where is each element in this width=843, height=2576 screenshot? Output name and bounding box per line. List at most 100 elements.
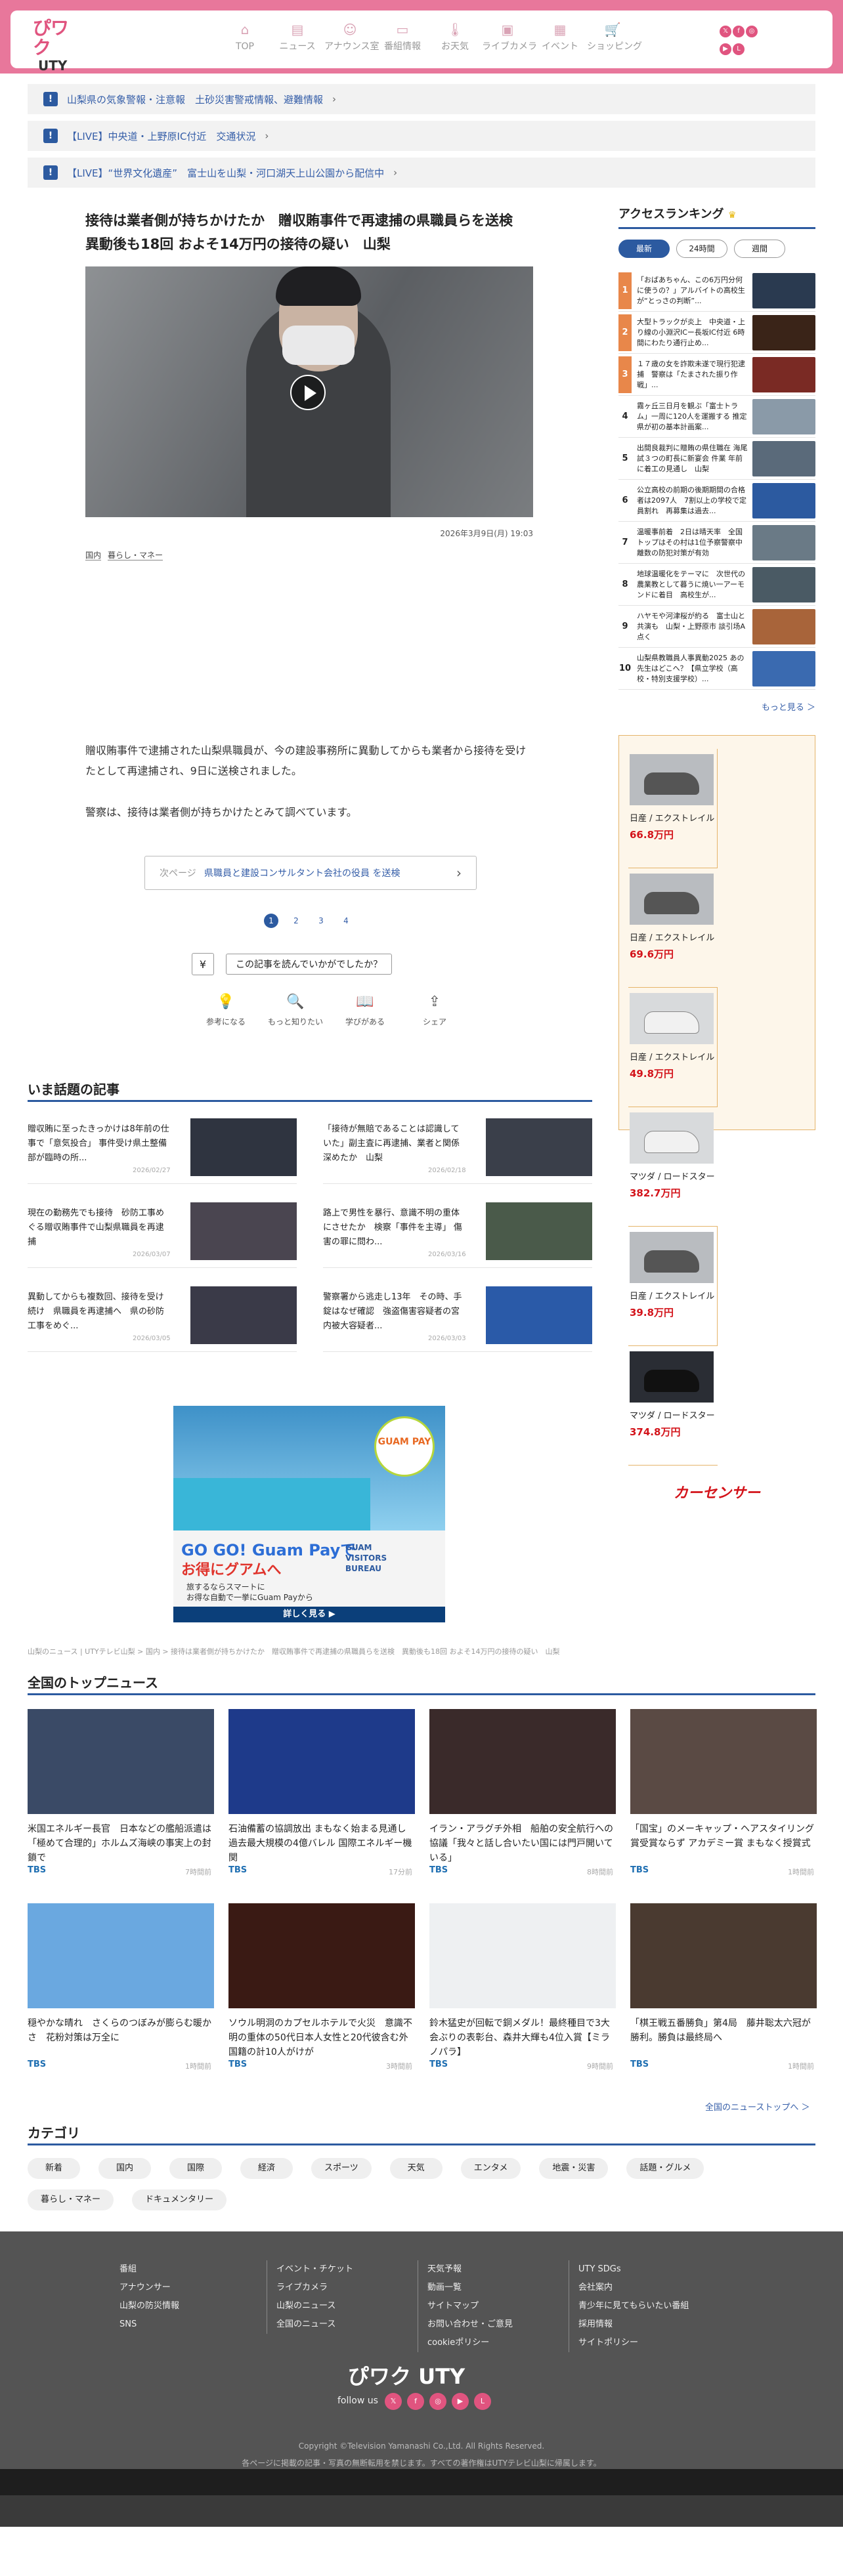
national-news-item[interactable]: 「国宝」のメーキャップ・ヘアスタイリング賞受賞ならず アカデミー賞 まもなく授賞…: [630, 1709, 817, 1876]
youtube-icon[interactable]: ▶: [720, 43, 731, 55]
ranking-more-link[interactable]: もっと見る ＞: [618, 700, 815, 713]
carsensor-ad[interactable]: 日産 / エクストレイル 66.8万円 日産 / エクストレイル 69.6万円 日産 /…: [618, 735, 815, 1502]
ranking-item[interactable]: 3 １７歳の女を詐欺未遂で現行犯逮捕 警察は「たまされた振り作戦」...: [618, 354, 815, 396]
category-chip[interactable]: 新着: [28, 2158, 80, 2179]
footer-link[interactable]: アナウンサー: [119, 2279, 261, 2297]
category-chip[interactable]: ドキュメンタリー: [132, 2189, 227, 2210]
x-icon[interactable]: 𝕏: [720, 26, 731, 37]
play-icon[interactable]: [290, 375, 326, 410]
tag-link[interactable]: 国内: [85, 551, 102, 560]
national-news-item[interactable]: 石油備蓄の協調放出 まもなく始まる見通し 過去最大規模の4億バレル 国際エネルギ…: [228, 1709, 415, 1876]
reaction-button[interactable]: ⇪ シェア: [402, 994, 467, 1027]
ranking-item[interactable]: 4 霧ヶ丘三日月を観ぶ「富士トラム」一周に120人を運搬する 推定 県が初の基本計…: [618, 396, 815, 438]
alert-traffic-live[interactable]: ! 【LIVE】中央道・上野原IC付近 交通状況 ›: [28, 121, 815, 151]
footer-link[interactable]: SNS: [119, 2315, 261, 2334]
youtube-icon[interactable]: ▶: [452, 2393, 469, 2410]
ranking-item[interactable]: 10 山梨県教職員人事異動2025 あの先生はどこへ？【県立学校（高校・特別支援学…: [618, 648, 815, 690]
footer-link[interactable]: 採用情報: [578, 2315, 720, 2334]
nav-item-3[interactable]: ▭ 番組情報: [377, 20, 428, 62]
nav-item-1[interactable]: ▤ ニュース: [272, 20, 323, 62]
footer-link[interactable]: 天気予報: [427, 2260, 569, 2279]
car-listing[interactable]: 日産 / エクストレイル 39.8万円: [628, 1227, 718, 1346]
footer-link[interactable]: サイトポリシー: [578, 2334, 720, 2352]
footer-link[interactable]: 青少年に見てもらいたい番組: [578, 2297, 720, 2315]
footer-logo[interactable]: ぴワク UTY: [348, 2360, 465, 2390]
category-chip[interactable]: 国際: [169, 2158, 222, 2179]
national-news-item[interactable]: イラン・アラグチ外相 船舶の安全航行への協議「我々と話し合いたい国には門戸開いて…: [429, 1709, 616, 1876]
national-news-item[interactable]: 鈴木猛史が回転で銅メダル！最終種目で3大会ぶりの表彰台、森井大輝も4位入賞【ミラ…: [429, 1903, 616, 2071]
car-listing[interactable]: マツダ / ロードスター 382.7万円: [628, 1107, 718, 1227]
category-chip[interactable]: 経済: [240, 2158, 293, 2179]
ranking-item[interactable]: 9 ハヤモや河津桜が約る 富士山と共演も 山梨・上野原市 談引场A点く: [618, 606, 815, 648]
national-news-item[interactable]: 「棋王戦五番勝負」第4局 藤井聡太六冠が勝利。勝負は最終局へ TBS 1時間前: [630, 1903, 817, 2071]
nav-item-0[interactable]: ⌂ TOP: [219, 20, 270, 62]
reaction-button[interactable]: 💡 参考になる: [193, 994, 259, 1027]
nav-item-7[interactable]: 🛒 ショッピング: [587, 20, 642, 62]
alert-fuji-live[interactable]: ! 【LIVE】“世界文化遺産” 富士山を山梨・河口湖天上山公園から配信中 ›: [28, 158, 815, 188]
tab-latest[interactable]: 最新: [618, 240, 670, 258]
footer-link[interactable]: 全国のニュース: [276, 2315, 418, 2334]
facebook-icon[interactable]: f: [407, 2393, 424, 2410]
reaction-button[interactable]: 📖 学びがある: [332, 994, 398, 1027]
tag-link[interactable]: 暮らし・マネー: [108, 551, 163, 560]
ranking-item[interactable]: 6 公立高校の前期の後期期間の合格者は2097人 7割以上の学校で定員割れ 再募集…: [618, 480, 815, 522]
trending-item[interactable]: 贈収賄に至ったきっかけは8年前の仕事で「意気投合」 事件受け県土整備部が臨時の所…: [28, 1118, 297, 1184]
nav-item-2[interactable]: ☺ アナウンス室: [324, 20, 379, 62]
page-link[interactable]: 4: [339, 914, 353, 928]
car-listing[interactable]: 日産 / エクストレイル 49.8万円: [628, 988, 718, 1107]
ranking-item[interactable]: 2 大型トラックが炎上 中央道・上り線の小淵沢ICー長坂IC付近 6時間にわたり通…: [618, 312, 815, 354]
line-icon[interactable]: L: [733, 43, 745, 55]
trending-item[interactable]: 現在の勤務先でも接待 砂防工事めぐる贈収賄事件で山梨県職員を再逮捕 2026/03…: [28, 1202, 297, 1268]
trending-item[interactable]: 異動してからも複数回、接待を受け続け 県職員を再逮捕へ 県の砂防工事をめぐ...…: [28, 1286, 297, 1352]
footer-link[interactable]: 番組: [119, 2260, 261, 2279]
breadcrumb[interactable]: 山梨のニュース | UTYテレビ山梨 > 国内 > 接待は業者側が持ちかけたか …: [28, 1646, 560, 1657]
footer-link[interactable]: ライブカメラ: [276, 2279, 418, 2297]
national-news-item[interactable]: ソウル明洞のカプセルホテルで火災 意識不明の重体の50代日本人女性と20代彼含む…: [228, 1903, 415, 2071]
car-listing[interactable]: 日産 / エクストレイル 69.6万円: [628, 868, 718, 988]
footer-link[interactable]: 動画一覧: [427, 2279, 569, 2297]
footer-link[interactable]: お問い合わせ・ご意見: [427, 2315, 569, 2334]
car-listing[interactable]: マツダ / ロードスター 374.8万円: [628, 1346, 718, 1466]
line-icon[interactable]: L: [474, 2393, 491, 2410]
ad-cta-button[interactable]: 詳しく見る ▶: [173, 1607, 445, 1622]
footer-link[interactable]: イベント・チケット: [276, 2260, 418, 2279]
ranking-item[interactable]: 1 「おばあちゃん、この6万円分何に使うの？」アルバイトの高校生が“とっさの判断”…: [618, 270, 815, 312]
national-news-item[interactable]: 米国エネルギー長官 日本などの艦船派遣は「極めて合理的」ホルムズ海峡の事実上の封…: [28, 1709, 214, 1876]
page-link[interactable]: 1: [264, 914, 278, 928]
national-more-link[interactable]: 全国のニューストップへ ＞: [705, 2100, 810, 2113]
national-news-item[interactable]: 穏やかな晴れ さくらのつぼみが膨らむ暖かさ 花粉対策は万全に TBS 1時間前: [28, 1903, 214, 2071]
page-link[interactable]: 3: [314, 914, 328, 928]
alert-weather[interactable]: ! 山梨県の気象警報・注意報 土砂災害警戒情報、避難情報 ›: [28, 84, 815, 114]
nav-item-6[interactable]: ▦ イベント: [534, 20, 586, 62]
nav-item-5[interactable]: ▣ ライブカメラ: [482, 20, 537, 62]
ranking-item[interactable]: 7 温暖事前着 2日は晴天率 全国トップはその村は1位予察警察中 離数の防犯対策が…: [618, 522, 815, 564]
reaction-button[interactable]: 🔍 もっと知りたい: [263, 994, 328, 1027]
category-chip[interactable]: エンタメ: [460, 2158, 521, 2179]
footer-link[interactable]: cookieポリシー: [427, 2334, 569, 2352]
category-chip[interactable]: 天気: [389, 2158, 443, 2179]
facebook-icon[interactable]: f: [733, 26, 745, 37]
tab-weekly[interactable]: 週間: [734, 240, 785, 258]
site-logo[interactable]: ぴワク UTY: [33, 18, 85, 74]
category-chip[interactable]: 地震・災害: [539, 2158, 609, 2179]
x-icon[interactable]: 𝕏: [385, 2393, 402, 2410]
category-chip[interactable]: 国内: [98, 2158, 151, 2179]
footer-link[interactable]: 山梨の防災情報: [119, 2297, 261, 2315]
footer-link[interactable]: 山梨のニュース: [276, 2297, 418, 2315]
trending-item[interactable]: 「接待が無賠であることは認識していた」副主査に再逮捕、業者と関係深めたか 山梨 2…: [323, 1118, 592, 1184]
footer-link[interactable]: 会社案内: [578, 2279, 720, 2297]
trending-item[interactable]: 警察署から逃走し13年 その時、手錠はなぜ確認 強盗傷害容疑者の宮内被大容疑者.…: [323, 1286, 592, 1352]
next-page-button[interactable]: 次ページ 県職員と建設コンサルタント会社の役員 を送検 ›: [144, 856, 477, 890]
carsensor-logo[interactable]: カーセンサー: [628, 1481, 806, 1502]
instagram-icon[interactable]: ◎: [429, 2393, 446, 2410]
ranking-item[interactable]: 5 出間良裁判に贈賄の県住職在 海尾試３つの町長に新宴会 件業 年前に着工の見通し…: [618, 438, 815, 480]
instagram-icon[interactable]: ◎: [746, 26, 758, 37]
footer-link[interactable]: サイトマップ: [427, 2297, 569, 2315]
ranking-item[interactable]: 8 地球温暖化をテーマに 次世代の農業教として暮うに焼い一アーモンドに着目 高校生…: [618, 564, 815, 606]
category-chip[interactable]: 暮らし・マネー: [28, 2189, 114, 2210]
guam-pay-ad[interactable]: GUAM PAY GO GO! Guam Payで お得にグアムへ 旅するならス…: [173, 1406, 445, 1633]
category-chip[interactable]: スポーツ: [311, 2158, 372, 2179]
nav-item-4[interactable]: 🌡 お天気: [429, 20, 481, 62]
video-player[interactable]: [85, 266, 533, 517]
page-link[interactable]: 2: [289, 914, 303, 928]
